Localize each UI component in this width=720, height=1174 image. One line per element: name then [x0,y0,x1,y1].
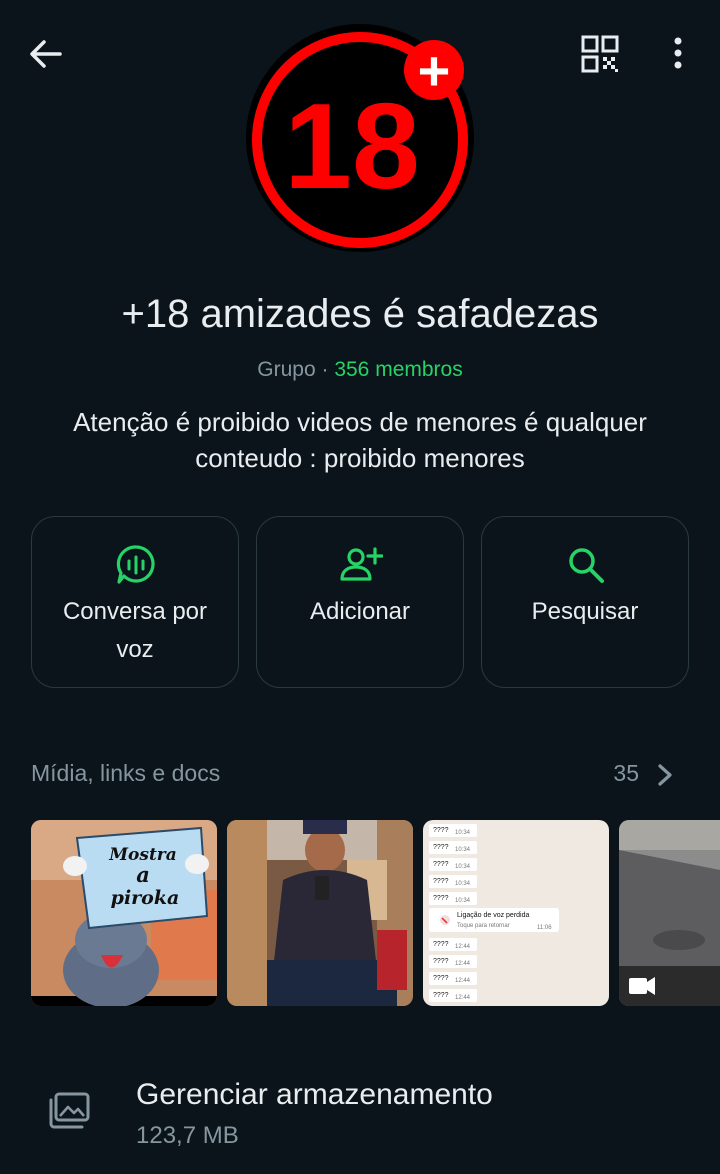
add-person-icon [340,547,383,581]
search-icon [569,548,604,583]
voice-chat-label: Conversa por voz [62,598,208,663]
chat-row-time: 10:34 [455,898,471,904]
search-label: Pesquisar [531,598,639,625]
members-count[interactable]: 356 membros [334,358,462,381]
chat-row-text: ???? [433,844,449,851]
voice-chat-icon [116,545,155,584]
chat-row-text: ???? [433,941,449,948]
qr-code-button[interactable] [580,34,620,74]
chat-row-time: 10:34 [455,830,471,836]
media-storage-icon [49,1092,90,1129]
group-avatar[interactable]: 18 + [244,22,476,254]
chat-screenshot-image: ???? 10:34 ???? 10:34 ???? 10:34 ???? 10… [423,820,609,1006]
avatar-plus: + [418,39,451,102]
chat-row-time: 12:44 [455,944,471,950]
qr-code-icon [581,35,619,73]
more-vertical-icon [674,37,682,69]
person-photo-image [227,820,413,1006]
media-thumbnail[interactable] [227,820,413,1006]
group-description: Atenção é proibido videos de menores é q… [73,407,647,473]
chat-row-time: 10:34 [455,864,471,870]
add-member-button[interactable]: Adicionar [256,516,464,688]
chat-row-text: ???? [433,895,449,902]
media-thumbnail[interactable]: ???? 10:34 ???? 10:34 ???? 10:34 ???? 10… [423,820,609,1006]
manage-storage-row[interactable]: Gerenciar armazenamento 123,7 MB [0,1068,720,1164]
voice-chat-button[interactable]: Conversa por voz [31,516,239,688]
chat-row-text: ???? [433,861,449,868]
missed-call-time: 11:06 [537,925,552,931]
chat-row-time: 10:34 [455,881,471,887]
chevron-right-icon [658,764,672,786]
chat-row-time: 12:44 [455,978,471,984]
chat-row-text: ???? [433,827,449,834]
media-thumbnail[interactable]: Mostra a piroka [31,820,217,1006]
sign-text-2: a [136,862,150,887]
back-button[interactable] [24,34,68,74]
chat-row-text: ???? [433,958,449,965]
sign-text-3: piroka [111,887,180,909]
media-count: 35 [613,760,639,786]
missed-call-title: Ligação de voz perdida [457,912,529,919]
missed-call-subtitle: Toque para retornar [457,923,510,929]
group-name[interactable]: +18 amizades é safadezas [0,292,720,337]
search-button[interactable]: Pesquisar [481,516,689,688]
group-type: Grupo [257,358,316,381]
media-thumbnail-video[interactable] [619,820,720,1006]
avatar-number: 18 [284,78,420,214]
media-links-docs-row[interactable]: Mídia, links e docs 35 [31,760,691,790]
group-meta: Grupo · 356 membros [0,358,720,382]
chat-row-time: 12:44 [455,961,471,967]
arrow-left-icon [30,40,62,68]
more-options-button[interactable] [662,34,694,74]
chat-row-time: 12:44 [455,995,471,1001]
adult-18-plus-logo: 18 + [246,24,474,252]
video-camera-icon [629,977,655,995]
add-member-label: Adicionar [309,598,411,625]
storage-size: 123,7 MB [136,1122,239,1149]
chat-row-text: ???? [433,878,449,885]
chat-row-time: 10:34 [455,847,471,853]
cartoon-cat-sign-image: Mostra a piroka [31,820,217,1006]
media-title: Mídia, links e docs [31,760,221,786]
manage-storage-title: Gerenciar armazenamento [136,1078,493,1111]
chat-row-text: ???? [433,975,449,982]
chat-row-text: ???? [433,992,449,999]
street-video-image [619,820,720,1006]
meta-separator: · [315,358,335,381]
